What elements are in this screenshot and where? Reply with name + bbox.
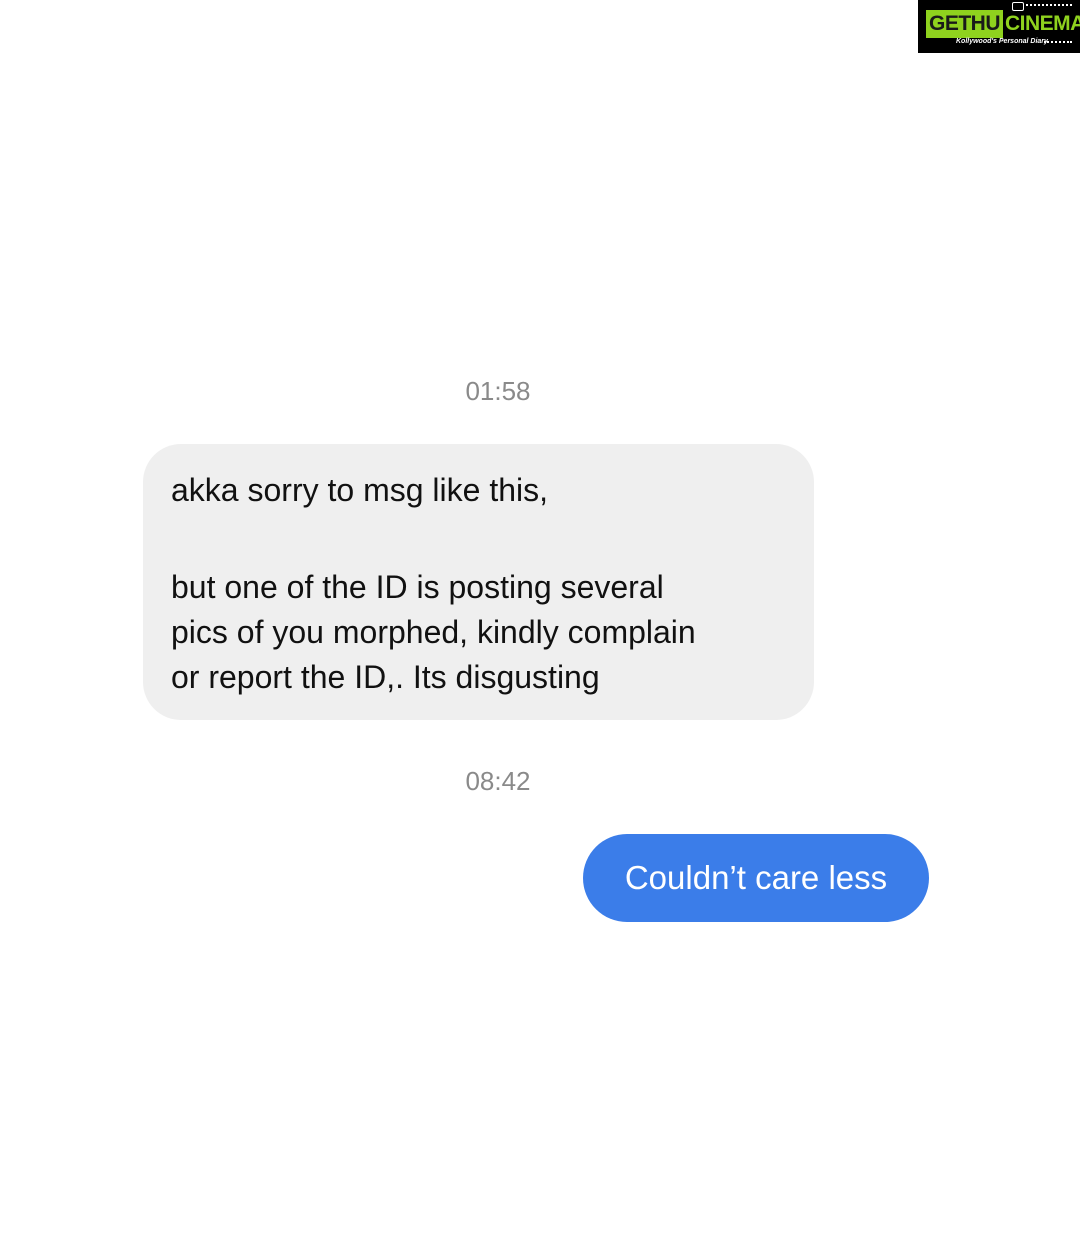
watermark-tagline: Kollywood's Personal Diary (956, 38, 1048, 45)
film-strip-icon (1026, 4, 1072, 9)
message-line: but one of the ID is posting several (171, 569, 664, 605)
message-line: pics of you morphed, kindly complain (171, 614, 696, 650)
film-strip-icon (1044, 41, 1072, 46)
watermark-logo-text: GETHU CINEMA (926, 10, 1080, 38)
message-line: akka sorry to msg like this, (171, 472, 548, 508)
gethucinema-watermark: GETHU CINEMA Kollywood's Personal Diary (918, 0, 1080, 53)
watermark-brand-part1: GETHU (926, 10, 1003, 38)
message-timestamp: 08:42 (465, 766, 531, 796)
incoming-message-bubble[interactable]: akka sorry to msg like this, but one of … (143, 444, 814, 720)
watermark-brand-part2: CINEMA (1005, 12, 1080, 35)
message-line: or report the ID,. Its disgusting (171, 659, 600, 695)
message-timestamp: 01:58 (465, 376, 531, 406)
outgoing-message-bubble[interactable]: Couldn’t care less (583, 834, 929, 922)
